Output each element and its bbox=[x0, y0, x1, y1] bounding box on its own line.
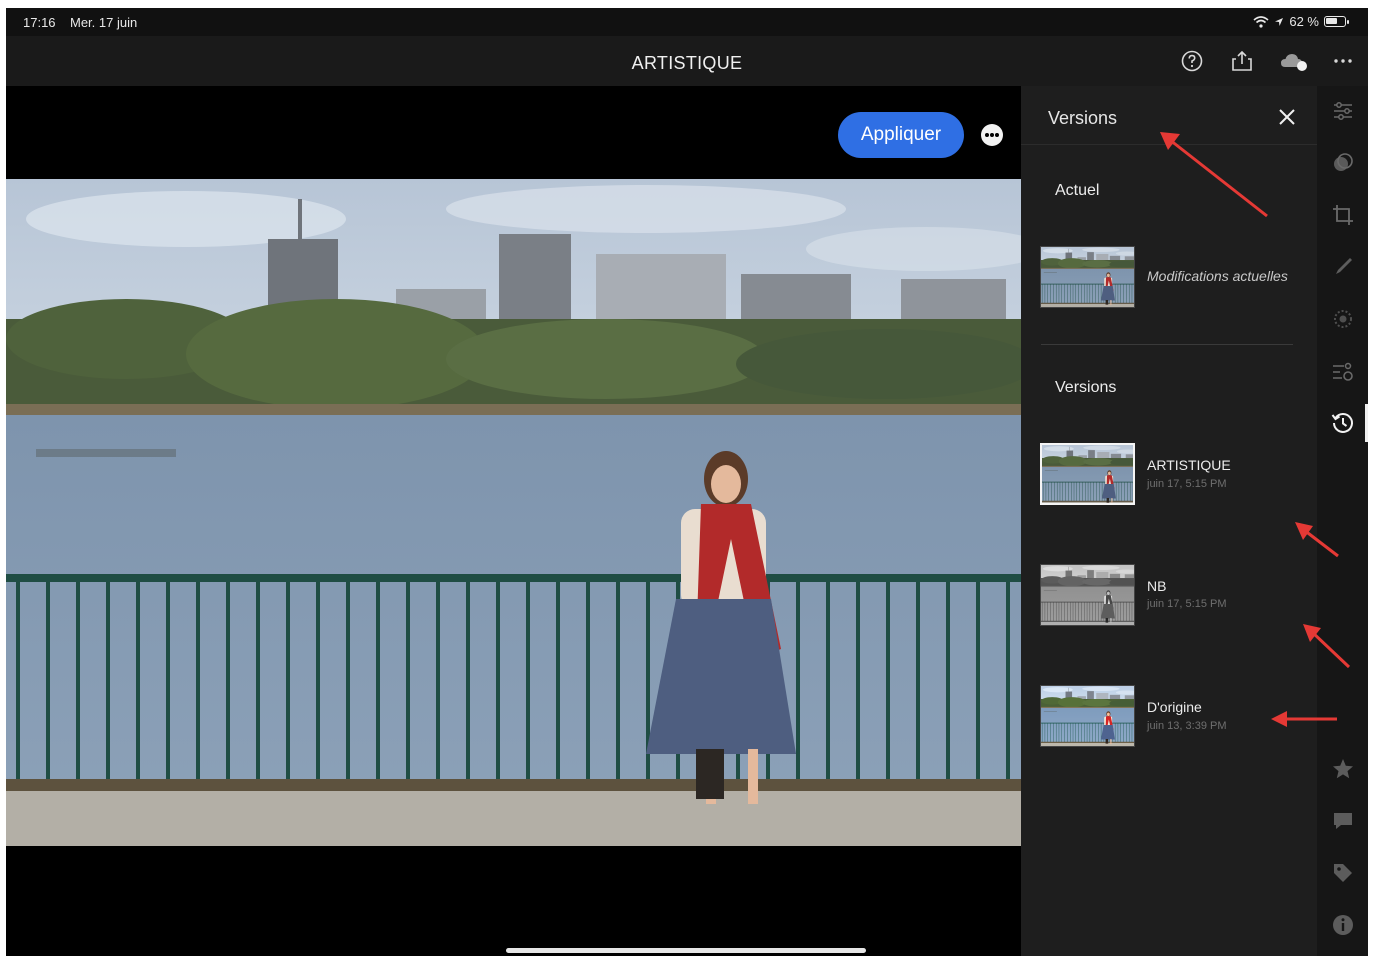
location-icon bbox=[1275, 17, 1284, 26]
close-icon[interactable] bbox=[1276, 106, 1298, 128]
current-thumbnail[interactable] bbox=[1040, 246, 1135, 308]
masking-icon[interactable] bbox=[1330, 358, 1356, 384]
version-date: juin 17, 5:15 PM bbox=[1147, 478, 1227, 490]
versions-history-icon[interactable] bbox=[1330, 410, 1356, 436]
version-thumbnail-artistique[interactable] bbox=[1040, 443, 1135, 505]
status-date: Mer. 17 juin bbox=[70, 15, 138, 30]
edit-toolbar bbox=[1317, 86, 1368, 956]
version-name[interactable]: NB bbox=[1147, 578, 1166, 594]
apply-button[interactable]: Appliquer bbox=[838, 112, 964, 158]
version-name[interactable]: D'origine bbox=[1147, 699, 1202, 715]
help-icon[interactable] bbox=[1179, 48, 1205, 74]
home-indicator bbox=[506, 948, 866, 953]
panel-separator bbox=[1021, 144, 1317, 145]
versions-section-label: Versions bbox=[1055, 379, 1117, 396]
star-icon[interactable] bbox=[1330, 756, 1356, 782]
edit-sliders-icon[interactable] bbox=[1330, 98, 1356, 124]
wifi-icon bbox=[1253, 15, 1269, 28]
version-thumbnail-original[interactable] bbox=[1040, 685, 1135, 747]
photo-preview bbox=[6, 179, 1021, 846]
tag-icon[interactable] bbox=[1330, 860, 1356, 886]
panel-divider bbox=[1041, 344, 1293, 345]
status-bar: 17:16 Mer. 17 juin 62 % bbox=[6, 8, 1368, 36]
more-options-icon[interactable] bbox=[1330, 48, 1356, 74]
document-title: ARTISTIQUE bbox=[631, 53, 743, 73]
status-right: 62 % bbox=[1253, 14, 1349, 29]
share-icon[interactable] bbox=[1229, 48, 1255, 74]
info-icon[interactable] bbox=[1330, 912, 1356, 938]
active-tool-indicator bbox=[1365, 404, 1368, 442]
version-thumbnail-nb[interactable] bbox=[1040, 564, 1135, 626]
presets-icon[interactable] bbox=[1330, 150, 1356, 176]
version-name[interactable]: ARTISTIQUE bbox=[1147, 457, 1231, 473]
versions-panel: Versions Actuel Modifications actuelles … bbox=[1021, 86, 1317, 956]
cloud-sync-icon[interactable] bbox=[1279, 48, 1311, 74]
version-date: juin 17, 5:15 PM bbox=[1147, 598, 1227, 610]
top-bar: ARTISTIQUE bbox=[6, 36, 1368, 86]
app-frame: 17:16 Mer. 17 juin 62 % ARTISTIQUE Appli… bbox=[6, 8, 1368, 956]
battery-percent: 62 % bbox=[1289, 14, 1319, 29]
version-date: juin 13, 3:39 PM bbox=[1147, 720, 1227, 732]
crop-icon[interactable] bbox=[1330, 202, 1356, 228]
current-edits-label[interactable]: Modifications actuelles bbox=[1147, 268, 1288, 284]
image-canvas: Appliquer bbox=[6, 86, 1021, 956]
comment-icon[interactable] bbox=[1330, 808, 1356, 834]
panel-title: Versions bbox=[1048, 108, 1118, 128]
image-more-button[interactable] bbox=[981, 124, 1003, 146]
battery-icon bbox=[1324, 16, 1349, 27]
healing-brush-icon[interactable] bbox=[1330, 254, 1356, 280]
status-time: 17:16 bbox=[23, 15, 56, 30]
current-section-label: Actuel bbox=[1055, 182, 1100, 199]
selective-icon[interactable] bbox=[1330, 306, 1356, 332]
